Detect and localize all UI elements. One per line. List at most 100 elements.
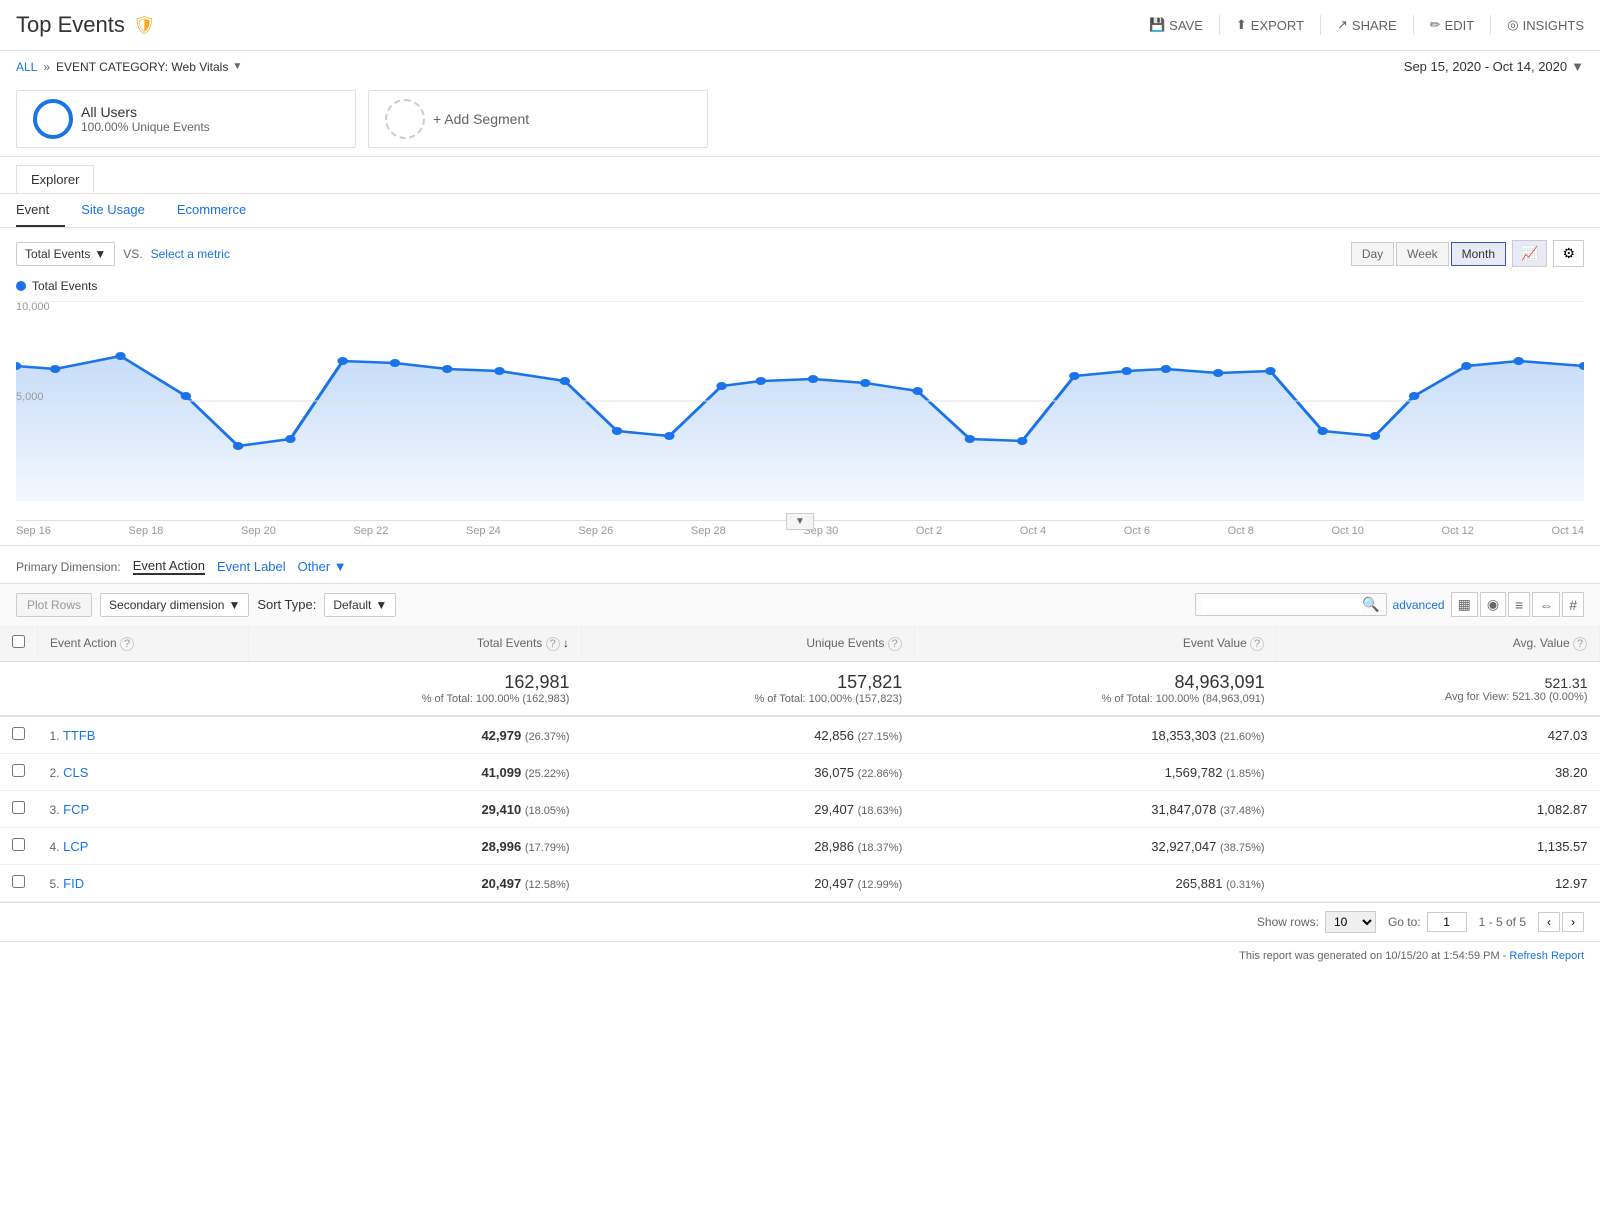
dim-event-action[interactable]: Event Action (133, 558, 205, 575)
total-unique-events-cell: 157,821 % of Total: 100.00% (157,823) (581, 662, 914, 717)
show-rows-select[interactable]: 10 25 50 100 (1325, 911, 1376, 933)
total-events-bold: 28,996 (481, 839, 521, 854)
week-button[interactable]: Week (1396, 242, 1448, 266)
segment-name: All Users (81, 104, 210, 120)
dim-other-dropdown[interactable]: Other ▼ (298, 559, 347, 574)
select-all-checkbox[interactable] (12, 635, 25, 648)
explorer-tab[interactable]: Explorer (16, 165, 94, 193)
save-button[interactable]: 💾 SAVE (1149, 17, 1203, 33)
prev-page-button[interactable]: ‹ (1538, 912, 1560, 932)
plot-rows-button[interactable]: Plot Rows (16, 593, 92, 617)
row-checkbox-cell[interactable] (0, 754, 38, 791)
col-event-value: Event Value ? (914, 625, 1276, 662)
date-range-picker[interactable]: Sep 15, 2020 - Oct 14, 2020 ▼ (1404, 59, 1584, 74)
row-checkbox[interactable] (12, 875, 25, 888)
secondary-dimension-dropdown[interactable]: Secondary dimension ▼ (100, 593, 249, 617)
segment-all-users[interactable]: All Users 100.00% Unique Events (16, 90, 356, 148)
tab-ecommerce[interactable]: Ecommerce (177, 194, 262, 227)
pie-view-button[interactable]: ◉ (1480, 592, 1506, 617)
insights-button[interactable]: ◎ INSIGHTS (1507, 17, 1584, 33)
row-checkbox-cell[interactable] (0, 716, 38, 754)
row-checkbox-cell[interactable] (0, 791, 38, 828)
share-button[interactable]: ↗ SHARE (1337, 17, 1397, 33)
search-icon[interactable]: 🔍 (1362, 596, 1379, 613)
chart-scroll-button[interactable]: ▼ (786, 513, 814, 530)
row-checkbox[interactable] (12, 801, 25, 814)
unique-events-val: 20,497 (814, 876, 854, 891)
sort-type-dropdown[interactable]: Default ▼ (324, 593, 396, 617)
event-value-val: 265,881 (1175, 876, 1222, 891)
x-label: Oct 12 (1442, 525, 1474, 537)
pivot-view-button[interactable]: # (1562, 592, 1584, 617)
event-action-link[interactable]: FID (63, 876, 84, 891)
sort-indicator: ↓ (563, 636, 569, 650)
total-events-row-pct: (26.37%) (525, 731, 570, 743)
day-button[interactable]: Day (1351, 242, 1394, 266)
refresh-link[interactable]: Refresh Report (1509, 950, 1584, 962)
month-button[interactable]: Month (1451, 242, 1506, 266)
help-icon[interactable]: ? (1250, 637, 1264, 651)
chart-svg (16, 301, 1584, 501)
help-icon[interactable]: ? (546, 637, 560, 651)
avg-value-val: 12.97 (1555, 876, 1588, 891)
goto-input[interactable] (1427, 912, 1467, 932)
line-chart-button[interactable]: 📈 (1512, 240, 1547, 267)
chart-controls-left: Total Events ▼ VS. Select a metric (16, 242, 230, 266)
search-box[interactable]: 🔍 (1195, 593, 1386, 616)
help-icon[interactable]: ? (120, 637, 134, 651)
row-num: 3. (50, 803, 60, 817)
event-action-link[interactable]: TTFB (63, 728, 96, 743)
tab-site-usage[interactable]: Site Usage (81, 194, 161, 227)
edit-button[interactable]: ✏ EDIT (1430, 17, 1475, 33)
advanced-link[interactable]: advanced (1393, 598, 1445, 612)
list-view-button[interactable]: ≡ (1508, 592, 1530, 617)
unique-events-val: 36,075 (814, 765, 854, 780)
row-checkbox-cell[interactable] (0, 828, 38, 865)
x-label: Oct 2 (916, 525, 942, 537)
event-action-link[interactable]: LCP (63, 839, 88, 854)
x-label: Oct 14 (1552, 525, 1584, 537)
export-icon: ⬆ (1236, 17, 1247, 33)
row-total-events: 28,996 (17.79%) (249, 828, 582, 865)
row-num: 4. (50, 840, 60, 854)
chart-controls-right: Day Week Month 📈 ⚙ (1351, 240, 1584, 267)
tab-event[interactable]: Event (16, 194, 65, 227)
dim-event-label[interactable]: Event Label (217, 559, 286, 574)
row-checkbox[interactable] (12, 764, 25, 777)
segment-info: All Users 100.00% Unique Events (81, 104, 210, 134)
all-link[interactable]: ALL (16, 60, 37, 74)
metric-label: Total Events (25, 247, 90, 261)
event-category-dropdown[interactable]: EVENT CATEGORY: Web Vitals ▼ (56, 60, 242, 74)
row-checkbox[interactable] (12, 838, 25, 851)
header: Top Events 🛡 💾 SAVE ⬆ EXPORT ↗ SHARE ✏ E… (0, 0, 1600, 51)
total-unique-events-pct: % of Total: 100.00% (157,823) (593, 693, 902, 705)
row-checkbox[interactable] (12, 727, 25, 740)
y-label-mid: 5,000 (16, 391, 44, 403)
event-action-link[interactable]: CLS (63, 765, 88, 780)
next-page-button[interactable]: › (1562, 912, 1584, 932)
footer-text: This report was generated on 10/15/20 at… (1239, 950, 1506, 962)
total-empty (0, 662, 38, 717)
select-all-checkbox-cell[interactable] (0, 625, 38, 662)
avg-value-val: 427.03 (1548, 728, 1588, 743)
pie-chart-button[interactable]: ⚙ (1553, 240, 1584, 267)
help-icon[interactable]: ? (1573, 637, 1587, 651)
event-value-row-pct: (38.75%) (1220, 842, 1265, 854)
total-label (38, 662, 249, 717)
table-row: 5. FID 20,497 (12.58%) 20,497 (12.99%) 2… (0, 865, 1600, 902)
select-metric-link[interactable]: Select a metric (151, 247, 230, 261)
export-button[interactable]: ⬆ EXPORT (1236, 17, 1304, 33)
row-num: 2. (50, 766, 60, 780)
table-view-button[interactable]: ▦ (1451, 592, 1478, 617)
row-checkbox-cell[interactable] (0, 865, 38, 902)
event-value-val: 18,353,303 (1151, 728, 1216, 743)
search-input[interactable] (1202, 598, 1362, 612)
edit-icon: ✏ (1430, 17, 1441, 33)
event-action-link[interactable]: FCP (63, 802, 89, 817)
row-total-events: 41,099 (25.22%) (249, 754, 582, 791)
metric-dropdown[interactable]: Total Events ▼ (16, 242, 115, 266)
segments-bar: All Users 100.00% Unique Events + Add Se… (0, 82, 1600, 157)
help-icon[interactable]: ? (888, 637, 902, 651)
compare-view-button[interactable]: ⇔ (1532, 592, 1560, 617)
add-segment-button[interactable]: + Add Segment (368, 90, 708, 148)
